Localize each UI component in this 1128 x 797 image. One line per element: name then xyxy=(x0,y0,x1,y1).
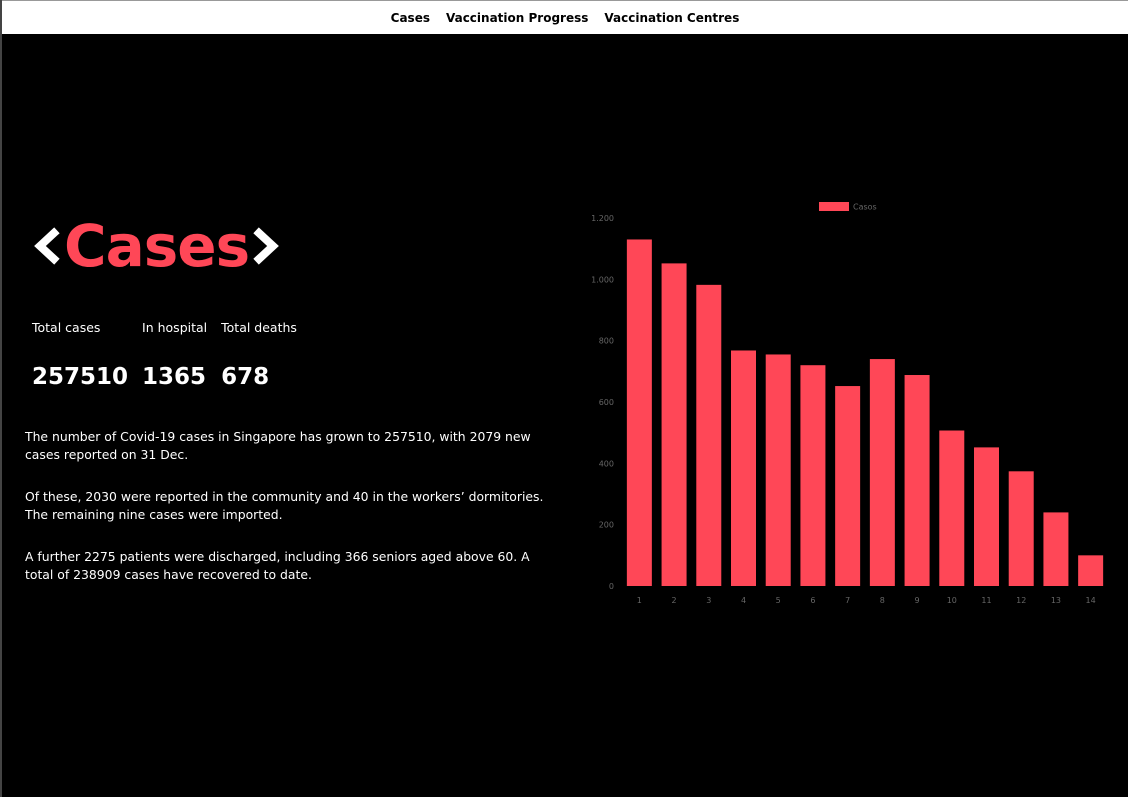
stat-value: 1365 xyxy=(142,364,207,390)
bar[interactable] xyxy=(835,386,861,586)
chevron-left-icon[interactable] xyxy=(32,226,60,266)
stat-total-cases: Total cases 257510 xyxy=(32,320,128,390)
x-tick-label: 1 xyxy=(637,596,642,605)
nav-vaccination-progress[interactable]: Vaccination Progress xyxy=(446,11,588,25)
x-tick-label: 10 xyxy=(947,596,957,605)
bar[interactable] xyxy=(869,359,895,586)
page-title: Cases xyxy=(32,208,281,284)
nav-cases[interactable]: Cases xyxy=(391,11,430,25)
x-tick-label: 3 xyxy=(706,596,711,605)
x-tick-label: 2 xyxy=(672,596,677,605)
stat-in-hospital: In hospital 1365 xyxy=(142,320,207,390)
stat-value: 257510 xyxy=(32,364,129,390)
bar[interactable] xyxy=(1043,512,1069,586)
y-tick-label: 200 xyxy=(599,521,614,530)
discharged-paragraph: A further 2275 patients were discharged,… xyxy=(25,549,530,582)
y-tick-label: 800 xyxy=(599,337,614,346)
top-nav: Cases Vaccination Progress Vaccination C… xyxy=(2,0,1128,34)
stat-value: 678 xyxy=(221,364,270,390)
x-tick-label: 12 xyxy=(1016,596,1026,605)
bar[interactable] xyxy=(696,284,722,586)
chevron-right-icon[interactable] xyxy=(253,226,281,266)
x-tick-label: 4 xyxy=(741,596,746,605)
stat-label: Total cases xyxy=(32,320,101,335)
x-tick-label: 14 xyxy=(1086,596,1096,605)
nav-vaccination-centres[interactable]: Vaccination Centres xyxy=(604,11,739,25)
stat-total-deaths: Total deaths 678 xyxy=(221,320,297,390)
bar[interactable] xyxy=(626,239,652,586)
bar[interactable] xyxy=(765,354,791,586)
stat-label: In hospital xyxy=(142,320,208,335)
y-tick-label: 1.200 xyxy=(591,214,614,223)
bar[interactable] xyxy=(661,263,687,586)
summary-paragraph: The number of Covid-19 cases in Singapor… xyxy=(25,429,531,462)
x-tick-label: 7 xyxy=(845,596,850,605)
chart-svg: 02004006008001.0001.2001 2 3 4 5 6 7 8 9 10 11 12 13… xyxy=(591,202,1104,605)
y-tick-label: 0 xyxy=(609,582,614,591)
bar[interactable] xyxy=(731,350,756,586)
community-paragraph: Of these, 2030 were reported in the comm… xyxy=(25,489,544,522)
bar[interactable] xyxy=(800,365,826,586)
x-tick-label: 8 xyxy=(880,596,885,605)
x-tick-label: 11 xyxy=(981,596,991,605)
x-tick-label: 5 xyxy=(776,596,781,605)
bar[interactable] xyxy=(1078,555,1104,586)
stats-row: Total cases 257510 In hospital 1365 Tota… xyxy=(32,320,311,390)
cases-bar-chart: 0 200 400 600 800 1.000 1.200 1 2 3 4 5 6 7 8 9 10 11 12 13… xyxy=(580,190,1120,610)
x-tick-label: 13 xyxy=(1051,596,1061,605)
bar[interactable] xyxy=(904,375,930,586)
legend-swatch[interactable] xyxy=(819,202,849,211)
legend-label[interactable]: Casos xyxy=(853,203,877,212)
y-tick-label: 1.000 xyxy=(591,275,614,284)
bar[interactable] xyxy=(974,447,999,586)
bar[interactable] xyxy=(939,430,965,586)
x-tick-label: 6 xyxy=(810,596,815,605)
y-tick-label: 600 xyxy=(599,398,614,407)
x-tick-label: 9 xyxy=(915,596,920,605)
y-tick-label: 400 xyxy=(599,459,614,468)
stat-label: Total deaths xyxy=(221,320,297,335)
page-title-text: Cases xyxy=(64,212,250,280)
bar[interactable] xyxy=(1008,471,1034,586)
